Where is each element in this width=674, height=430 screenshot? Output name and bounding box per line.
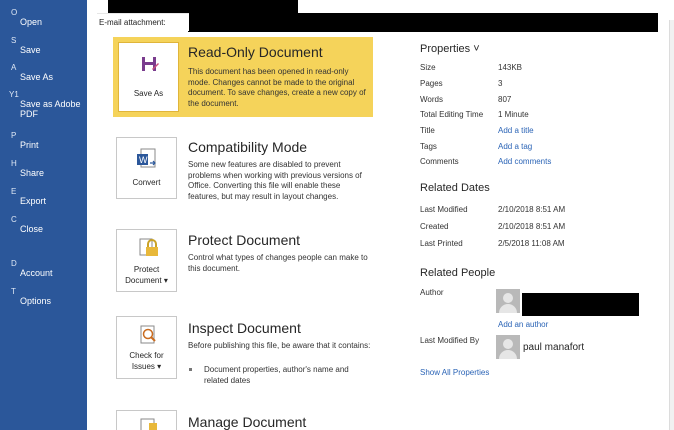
nav-close[interactable]: C Close: [0, 215, 87, 243]
keytip: Y1: [9, 90, 19, 99]
check-for-issues-button[interactable]: Check for Issues ▾: [116, 316, 177, 379]
prop-key-editing-time: Total Editing Time: [420, 110, 484, 119]
backstage-nav: O Open S Save A Save As Y1 Save as Adobe…: [0, 0, 87, 430]
protect-title: Protect Document: [188, 232, 301, 248]
keytip: A: [11, 63, 17, 72]
last-modified-by-label: Last Modified By: [420, 336, 480, 345]
related-dates-heading: Related Dates: [420, 182, 490, 194]
lock-icon: [139, 238, 158, 256]
save-as-label: Save As: [133, 89, 164, 98]
nav-label: Options: [20, 296, 52, 306]
prop-key-size: Size: [420, 63, 436, 72]
bullet-icon: [189, 368, 192, 371]
read-only-title: Read-Only Document: [188, 44, 323, 60]
scrollbar[interactable]: [669, 20, 674, 430]
prop-value-editing-time: 1 Minute: [498, 110, 529, 119]
save-as-button[interactable]: Save As: [118, 42, 179, 112]
keytip: S: [11, 36, 17, 45]
redaction-bar: [108, 0, 298, 14]
prop-key-title: Title: [420, 126, 435, 135]
compatibility-title: Compatibility Mode: [188, 139, 308, 155]
convert-button[interactable]: W Convert: [116, 137, 177, 199]
prop-value-pages: 3: [498, 79, 503, 88]
author-avatar: [496, 289, 520, 313]
keytip: H: [11, 159, 17, 168]
nav-label: Open: [20, 17, 43, 27]
protect-text: Control what types of changes people can…: [188, 253, 368, 273]
inspect-bullet-text: Document properties, author's name and r…: [204, 365, 349, 385]
prop-value-size: 143KB: [498, 63, 523, 72]
save-as-icon: [142, 57, 159, 71]
inspect-text: Before publishing this file, be aware th…: [188, 341, 371, 350]
nav-label: Save as Adobe PDF: [20, 99, 81, 119]
add-title-field[interactable]: Add a title: [498, 126, 534, 135]
nav-label: Save: [20, 45, 41, 55]
keytip: C: [11, 215, 17, 224]
nav-save-as[interactable]: A Save As: [0, 63, 87, 91]
avatar-body: [499, 350, 517, 359]
keytip: T: [11, 287, 16, 296]
avatar-head: [503, 339, 513, 349]
keytip: D: [11, 259, 17, 268]
check-for-label-1: Check for: [129, 351, 164, 360]
date-key-last-printed: Last Printed: [420, 239, 463, 248]
nav-open[interactable]: O Open: [0, 8, 87, 36]
prop-key-pages: Pages: [420, 79, 443, 88]
manage-title: Manage Document: [188, 414, 307, 430]
compatibility-text: Some new features are disabled to preven…: [188, 160, 362, 201]
convert-icon: W: [137, 148, 156, 168]
manage-document-button[interactable]: [116, 410, 177, 430]
last-modified-by-name: paul manafort: [523, 342, 585, 353]
show-all-properties-link[interactable]: Show All Properties: [420, 368, 489, 377]
nav-label: Save As: [20, 72, 54, 82]
avatar-head: [503, 293, 513, 303]
date-value-last-printed: 2/5/2018 11:08 AM: [498, 239, 565, 248]
nav-save-as-pdf[interactable]: Y1 Save as Adobe PDF: [0, 90, 87, 126]
email-attachment-label: E-mail attachment:: [97, 13, 189, 31]
svg-text:W: W: [139, 155, 148, 165]
add-comments-field[interactable]: Add comments: [498, 157, 551, 166]
nav-export[interactable]: E Export: [0, 187, 87, 215]
nav-account[interactable]: D Account: [0, 259, 87, 287]
avatar-body: [499, 304, 517, 313]
nav-save[interactable]: S Save: [0, 36, 87, 64]
prop-key-words: Words: [420, 95, 443, 104]
nav-share[interactable]: H Share: [0, 159, 87, 187]
prop-key-comments: Comments: [420, 157, 459, 166]
keytip: O: [11, 8, 18, 17]
nav-label: Share: [20, 168, 45, 178]
nav-print[interactable]: P Print: [0, 131, 87, 159]
nav-label: Export: [20, 196, 47, 206]
prop-value-words: 807: [498, 95, 512, 104]
inspect-icon: [140, 325, 156, 344]
date-key-created: Created: [420, 222, 449, 231]
redaction-bar: [188, 13, 658, 32]
date-value-created: 2/10/2018 8:51 AM: [498, 222, 566, 231]
keytip: P: [11, 131, 17, 140]
add-author-link[interactable]: Add an author: [498, 320, 548, 329]
manage-document-icon: [140, 418, 157, 430]
nav-label: Print: [20, 140, 39, 150]
add-tag-field[interactable]: Add a tag: [498, 142, 532, 151]
properties-dropdown[interactable]: Properties ˅: [420, 43, 480, 55]
date-key-last-modified: Last Modified: [420, 205, 468, 214]
date-value-last-modified: 2/10/2018 8:51 AM: [498, 205, 566, 214]
nav-label: Close: [20, 224, 44, 234]
protect-document-button[interactable]: Protect Document ▾: [116, 229, 177, 292]
author-label: Author: [420, 288, 444, 297]
related-people-heading: Related People: [420, 267, 496, 279]
check-for-label-2: Issues ▾: [131, 362, 162, 371]
nav-label: Account: [20, 268, 53, 278]
prop-key-tags: Tags: [420, 142, 437, 151]
convert-label: Convert: [132, 178, 161, 187]
inspect-title: Inspect Document: [188, 320, 301, 336]
read-only-text: This document has been opened in read-on…: [188, 67, 366, 108]
protect-label-1: Protect: [133, 265, 160, 274]
modifier-avatar: [496, 335, 520, 359]
protect-label-2: Document ▾: [125, 276, 168, 285]
nav-options[interactable]: T Options: [0, 287, 87, 315]
keytip: E: [11, 187, 17, 196]
author-name-redaction: [522, 293, 639, 316]
